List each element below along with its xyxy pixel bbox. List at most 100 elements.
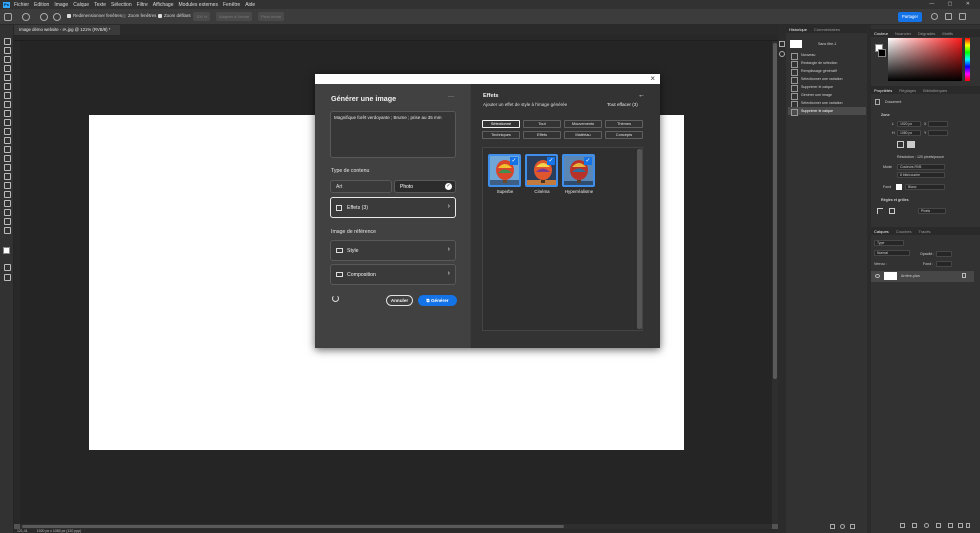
opacity-field[interactable]	[936, 251, 952, 257]
fill-select[interactable]: Blanc	[905, 184, 945, 190]
tab-nuancier[interactable]: Nuancier	[895, 31, 911, 36]
close-icon[interactable]: ×	[650, 74, 655, 84]
tab-calques[interactable]: Calques	[874, 229, 889, 234]
filter-chip[interactable]: Techniques	[482, 131, 520, 139]
layer-fill-field[interactable]	[936, 261, 952, 267]
link-icon[interactable]	[900, 523, 905, 528]
content-type-art[interactable]: Art	[330, 180, 392, 193]
history-item[interactable]: Remplissage génératif	[788, 67, 866, 76]
history-item[interactable]: Supprimer le calque	[788, 83, 866, 92]
quick-mask-icon[interactable]	[3, 263, 11, 271]
shape-tool-icon[interactable]	[3, 199, 11, 207]
move-tool-icon[interactable]	[3, 37, 11, 45]
adjustment-icon[interactable]	[936, 523, 941, 528]
tab-proprietes[interactable]: Propriétés	[874, 88, 892, 93]
layer-name[interactable]: Arrière-plan	[901, 274, 920, 278]
share-icon[interactable]	[959, 13, 966, 20]
portrait-orientation-icon[interactable]	[897, 141, 904, 148]
history-item[interactable]: Sélectionner une variation	[788, 75, 866, 84]
depth-select[interactable]: 8 bits/couche	[897, 172, 945, 178]
menu-texte[interactable]: Texte	[94, 2, 106, 8]
trash-icon[interactable]	[850, 524, 855, 529]
new-layer-icon[interactable]	[958, 523, 963, 528]
menu-calque[interactable]: Calque	[73, 2, 89, 8]
history-item[interactable]: Générer une image	[788, 91, 866, 100]
effect-thumbnail-cinema[interactable]: ✓	[525, 154, 558, 187]
background-swatch[interactable]	[878, 49, 886, 57]
composition-button[interactable]: Composition ›	[330, 264, 456, 285]
fill-screen-button[interactable]: Plein écran	[258, 12, 285, 21]
healing-brush-icon[interactable]	[3, 100, 11, 108]
snapshot-thumbnail[interactable]	[790, 40, 802, 48]
path-selection-icon[interactable]	[3, 190, 11, 198]
menu-fenetre[interactable]: Fenêtre	[223, 2, 240, 8]
lasso-tool-icon[interactable]	[3, 55, 11, 63]
magic-wand-icon[interactable]	[3, 64, 11, 72]
rulers-section-title[interactable]: Règles et grilles	[881, 198, 909, 202]
clear-all-link[interactable]: Tout effacer (3)	[607, 102, 638, 107]
back-arrow-icon[interactable]: ←	[638, 92, 645, 99]
y-field[interactable]	[928, 130, 948, 136]
snapshot-label[interactable]: Sans titre-1	[818, 42, 836, 46]
history-item[interactable]: Sélectionner une variation	[788, 99, 866, 108]
style-button[interactable]: Style ›	[330, 240, 456, 261]
blend-mode-select[interactable]: Normal	[874, 250, 910, 256]
workspace-icon[interactable]	[945, 13, 952, 20]
width-field[interactable]: 1920 px	[897, 121, 921, 127]
comments-panel-icon[interactable]	[779, 51, 785, 57]
hue-slider[interactable]	[965, 38, 970, 81]
effect-thumbnail-superbe[interactable]: ✓	[488, 154, 521, 187]
ruler-icon[interactable]	[877, 208, 883, 214]
effect-thumbnail-hyperrealisme[interactable]: ✓	[562, 154, 595, 187]
mask-icon[interactable]	[924, 523, 929, 528]
layer-thumbnail[interactable]	[884, 272, 897, 280]
effects-button[interactable]: Effets (3) ›	[330, 197, 456, 218]
snapshot-icon[interactable]	[840, 524, 845, 529]
zoom-in-icon[interactable]	[40, 13, 48, 21]
zoom-tool-icon[interactable]	[22, 13, 30, 21]
status-zoom[interactable]: 121,41	[17, 529, 28, 533]
grid-icon[interactable]	[889, 208, 895, 214]
prompt-textarea[interactable]: Magnifique forêt verdoyante ; Brume ; pr…	[330, 111, 456, 158]
tab-traces[interactable]: Tracés	[918, 229, 930, 234]
share-button[interactable]: Partager	[898, 12, 922, 22]
menu-modules[interactable]: Modules externes	[179, 2, 218, 8]
units-select[interactable]: Pixels	[918, 208, 946, 214]
history-item-selected[interactable]: Supprimer le calque	[788, 107, 866, 116]
filter-chip[interactable]: Mouvements	[564, 120, 602, 128]
menu-selection[interactable]: Sélection	[111, 2, 132, 8]
search-icon[interactable]	[931, 13, 938, 20]
height-field[interactable]: 1080 px	[897, 130, 921, 136]
stamp-tool-icon[interactable]	[3, 118, 11, 126]
cancel-button[interactable]: Annuler	[386, 295, 413, 306]
filter-chip[interactable]: Matériau	[564, 131, 602, 139]
menu-affichage[interactable]: Affichage	[153, 2, 174, 8]
history-item[interactable]: Rectangle de sélection	[788, 59, 866, 68]
gradient-tool-icon[interactable]	[3, 145, 11, 153]
tab-motifs[interactable]: Motifs	[942, 31, 953, 36]
tab-degrades[interactable]: Dégradés	[918, 31, 935, 36]
tab-commentaires[interactable]: Commentaires	[814, 27, 840, 32]
filter-chip[interactable]: Concepts	[605, 131, 643, 139]
tab-reglages[interactable]: Réglages	[899, 88, 916, 93]
zoom-windows-checkbox[interactable]	[122, 14, 126, 18]
landscape-orientation-icon[interactable]	[907, 141, 915, 148]
tab-couleur[interactable]: Couleur	[874, 31, 888, 36]
eyedropper-icon[interactable]	[3, 91, 11, 99]
dodge-tool-icon[interactable]	[3, 163, 11, 171]
eraser-tool-icon[interactable]	[3, 136, 11, 144]
history-brush-icon[interactable]	[3, 127, 11, 135]
generate-button[interactable]: ⧉ Générer	[418, 295, 457, 306]
fx-icon[interactable]	[912, 523, 917, 528]
color-picker-field[interactable]	[888, 38, 962, 81]
history-item[interactable]: Nouveau	[788, 51, 866, 60]
menu-edition[interactable]: Edition	[34, 2, 49, 8]
zoom-out-icon[interactable]	[53, 13, 61, 21]
hand-tool-icon[interactable]	[3, 208, 11, 216]
status-info[interactable]: 1920 px x 1080 px (120 ppp)	[37, 529, 82, 533]
screen-mode-icon[interactable]	[3, 273, 11, 281]
zoom-tool-side-icon[interactable]	[3, 217, 11, 225]
canvas-section-title[interactable]: Zone	[881, 113, 890, 117]
brush-tool-icon[interactable]	[3, 109, 11, 117]
layer-filter-select[interactable]: Type	[874, 240, 904, 246]
